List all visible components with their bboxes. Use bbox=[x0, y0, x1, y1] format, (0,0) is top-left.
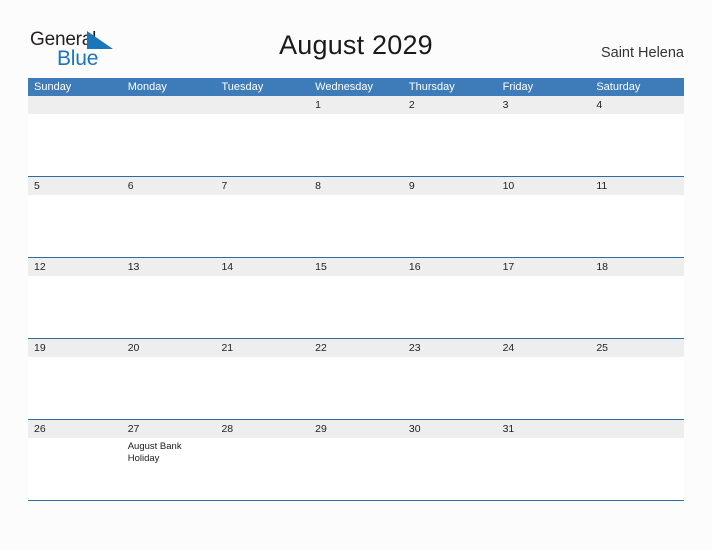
day-number: 31 bbox=[502, 423, 515, 435]
day-cell-4[interactable]: 4 bbox=[590, 96, 684, 177]
week-cells: 1 2 3 4 bbox=[28, 96, 684, 177]
day-number: 18 bbox=[596, 261, 608, 273]
day-cell-20[interactable]: 20 bbox=[122, 339, 216, 420]
calendar-week-row: 19 20 21 22 23 24 25 bbox=[28, 339, 684, 420]
page-header: General Blue August 2029 Saint Helena bbox=[0, 0, 712, 78]
day-cell-19[interactable]: 19 bbox=[28, 339, 122, 420]
day-number: 19 bbox=[34, 342, 46, 354]
day-number: 8 bbox=[315, 180, 321, 192]
week-cells: 5 6 7 8 9 10 11 bbox=[28, 177, 684, 258]
day-number: 23 bbox=[408, 342, 421, 354]
day-number bbox=[221, 96, 309, 114]
day-cell-29[interactable]: 29 bbox=[309, 420, 403, 501]
day-number: 26 bbox=[34, 423, 46, 435]
day-number: 15 bbox=[315, 261, 327, 273]
day-cell-empty bbox=[122, 96, 216, 177]
weekday-sunday: Sunday bbox=[34, 81, 72, 93]
weekday-header-row: Sunday Monday Tuesday Wednesday Thursday… bbox=[28, 78, 684, 96]
day-cell-3[interactable]: 3 bbox=[497, 96, 591, 177]
day-cell-2[interactable]: 2 bbox=[403, 96, 497, 177]
day-number bbox=[128, 96, 216, 114]
day-number: 11 bbox=[596, 180, 608, 192]
day-number: 3 bbox=[502, 99, 509, 111]
day-number bbox=[596, 420, 684, 438]
day-number bbox=[34, 96, 122, 114]
calendar-week-row: 1 2 3 4 bbox=[28, 96, 684, 177]
day-cell-22[interactable]: 22 bbox=[309, 339, 403, 420]
day-cell-24[interactable]: 24 bbox=[497, 339, 591, 420]
day-number: 22 bbox=[315, 342, 327, 354]
day-number: 29 bbox=[315, 423, 327, 435]
day-cell-15[interactable]: 15 bbox=[309, 258, 403, 339]
week-cells: 19 20 21 22 23 24 25 bbox=[28, 339, 684, 420]
calendar-weeks: 1 2 3 4 5 6 7 8 9 10 11 12 13 14 15 16 17 18 19 20 21 22 23 24 2… bbox=[28, 96, 684, 501]
location-label: Saint Helena bbox=[600, 45, 684, 61]
day-number: 14 bbox=[221, 261, 234, 273]
day-cell-7[interactable]: 7 bbox=[215, 177, 309, 258]
day-number: 21 bbox=[221, 342, 234, 354]
day-number: 1 bbox=[315, 99, 321, 111]
week-cells: 12 13 14 15 16 17 18 bbox=[28, 258, 684, 339]
day-number: 17 bbox=[502, 261, 515, 273]
day-cell-6[interactable]: 6 bbox=[122, 177, 216, 258]
day-number: 28 bbox=[221, 423, 234, 435]
day-number: 16 bbox=[408, 261, 421, 273]
day-cell-5[interactable]: 5 bbox=[28, 177, 122, 258]
week-cells: 26 27 August Bank Holiday 28 29 30 31 bbox=[28, 420, 684, 501]
day-cell-9[interactable]: 9 bbox=[403, 177, 497, 258]
day-cell-27[interactable]: 27 August Bank Holiday bbox=[122, 420, 216, 501]
day-number: 13 bbox=[127, 261, 140, 273]
day-cell-12[interactable]: 12 bbox=[28, 258, 122, 339]
weekday-tuesday: Tuesday bbox=[221, 81, 264, 93]
calendar-week-row: 5 6 7 8 9 10 11 bbox=[28, 177, 684, 258]
day-number: 6 bbox=[127, 180, 134, 192]
day-cell-10[interactable]: 10 bbox=[497, 177, 591, 258]
day-cell-18[interactable]: 18 bbox=[590, 258, 684, 339]
day-number: 27 bbox=[127, 423, 140, 435]
day-cell-13[interactable]: 13 bbox=[122, 258, 216, 339]
day-cell-14[interactable]: 14 bbox=[215, 258, 309, 339]
weekday-monday: Monday bbox=[127, 81, 167, 93]
day-number: 30 bbox=[408, 423, 421, 435]
weekday-wednesday: Wednesday bbox=[315, 81, 374, 93]
weekday-thursday: Thursday bbox=[408, 81, 455, 93]
day-cell-empty bbox=[28, 96, 122, 177]
day-number: 25 bbox=[596, 342, 608, 354]
day-cell-11[interactable]: 11 bbox=[590, 177, 684, 258]
calendar-week-row: 12 13 14 15 16 17 18 bbox=[28, 258, 684, 339]
day-cell-23[interactable]: 23 bbox=[403, 339, 497, 420]
day-number: 12 bbox=[34, 261, 46, 273]
day-cell-26[interactable]: 26 bbox=[28, 420, 122, 501]
day-cell-empty bbox=[215, 96, 309, 177]
day-number: 10 bbox=[502, 180, 515, 192]
day-cell-21[interactable]: 21 bbox=[215, 339, 309, 420]
calendar-week-row: 26 27 August Bank Holiday 28 29 30 31 bbox=[28, 420, 684, 501]
day-number: 2 bbox=[408, 99, 415, 111]
day-number: 4 bbox=[596, 99, 603, 111]
day-cell-31[interactable]: 31 bbox=[497, 420, 591, 501]
calendar-page: General Blue August 2029 Saint Helena Su… bbox=[0, 0, 712, 550]
day-cell-16[interactable]: 16 bbox=[403, 258, 497, 339]
day-number: 9 bbox=[408, 180, 415, 192]
day-cell-1[interactable]: 1 bbox=[309, 96, 403, 177]
day-cell-8[interactable]: 8 bbox=[309, 177, 403, 258]
day-cell-30[interactable]: 30 bbox=[403, 420, 497, 501]
calendar-grid: Sunday Monday Tuesday Wednesday Thursday… bbox=[28, 78, 684, 501]
holiday-event-label: August Bank Holiday bbox=[127, 441, 182, 464]
weekday-friday: Friday bbox=[502, 81, 534, 93]
day-cell-25[interactable]: 25 bbox=[590, 339, 684, 420]
day-cell-empty bbox=[590, 420, 684, 501]
day-cell-28[interactable]: 28 bbox=[215, 420, 309, 501]
day-number: 5 bbox=[34, 180, 40, 192]
day-number: 24 bbox=[502, 342, 515, 354]
day-number: 7 bbox=[221, 180, 228, 192]
weekday-saturday: Saturday bbox=[596, 81, 641, 93]
day-number: 20 bbox=[127, 342, 140, 354]
day-cell-17[interactable]: 17 bbox=[497, 258, 591, 339]
